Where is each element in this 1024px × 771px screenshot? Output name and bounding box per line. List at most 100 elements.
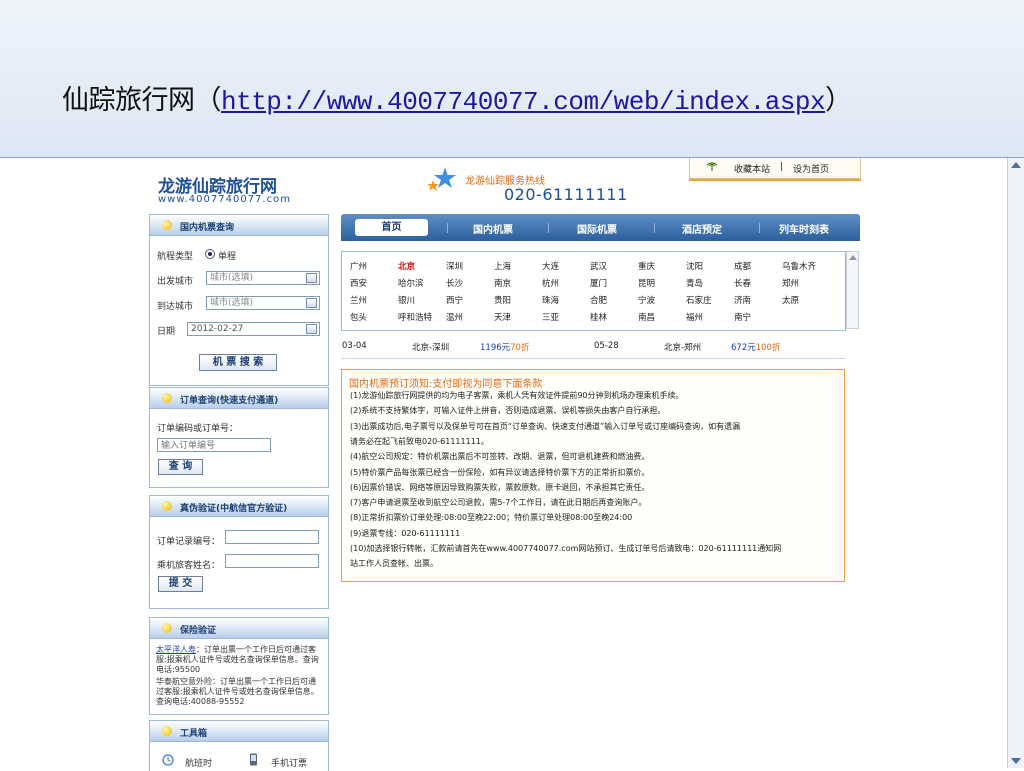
- city-link[interactable]: 武汉: [590, 260, 607, 272]
- bullet-icon: [162, 220, 172, 230]
- city-link[interactable]: 乌鲁木齐: [782, 260, 816, 272]
- city-link[interactable]: 厦门: [590, 277, 607, 289]
- city-link[interactable]: 深圳: [446, 260, 463, 272]
- one-way-radio[interactable]: [205, 249, 215, 259]
- city-link[interactable]: 上海: [494, 260, 511, 272]
- arrive-city-label: 到达城市: [157, 302, 194, 312]
- arrive-city-input[interactable]: 城市(选填): [206, 296, 320, 310]
- city-link[interactable]: 成都: [734, 260, 751, 272]
- city-link[interactable]: 三亚: [542, 311, 559, 323]
- city-link[interactable]: 广州: [350, 260, 367, 272]
- passenger-name-input[interactable]: [225, 554, 319, 568]
- city-link[interactable]: 杭州: [542, 277, 559, 289]
- city-link[interactable]: 呼和浩特: [398, 311, 432, 323]
- flight-schedule-link[interactable]: 航班时: [185, 756, 212, 769]
- city-link[interactable]: 长沙: [446, 277, 463, 289]
- deal-date: 03-04: [342, 341, 367, 351]
- city-link[interactable]: 南京: [494, 277, 511, 289]
- panel-header: 订单查询(快速支付通道): [150, 388, 328, 409]
- city-link[interactable]: 大连: [542, 260, 559, 272]
- slide-title-link[interactable]: http://www.4007740077.com/web/index.aspx: [221, 87, 826, 117]
- nav-tab-home[interactable]: 首页: [355, 219, 428, 236]
- palm-icon: [706, 162, 718, 171]
- nav-separator: [548, 223, 549, 233]
- city-link[interactable]: 沈阳: [686, 260, 703, 272]
- deal-price: 672元100折: [731, 341, 780, 353]
- city-link[interactable]: 西宁: [446, 294, 463, 306]
- notice-line: (2)系统不支持繁体字，可输入证件上拼音，否则造成退票、误机等损失由客户自行承担…: [350, 406, 666, 416]
- nav-tab-international[interactable]: 国际机票: [577, 221, 617, 236]
- top-links-separator: |: [780, 162, 784, 172]
- order-number-input[interactable]: [157, 438, 271, 452]
- city-picker-icon[interactable]: [306, 298, 317, 308]
- city-link[interactable]: 贵阳: [494, 294, 511, 306]
- city-link[interactable]: 青岛: [686, 277, 703, 289]
- city-link[interactable]: 包头: [350, 311, 367, 323]
- page-scrollbar[interactable]: [1007, 158, 1024, 768]
- city-link[interactable]: 兰州: [350, 294, 367, 306]
- city-link[interactable]: 昆明: [638, 277, 655, 289]
- city-link[interactable]: 合肥: [590, 294, 607, 306]
- nav-tab-train[interactable]: 列车时刻表: [779, 221, 829, 236]
- top-links-bar: 收藏本站 | 设为首页: [689, 158, 861, 179]
- set-homepage-link[interactable]: 设为首页: [793, 162, 829, 175]
- arrive-city-value: 城市(选填): [210, 298, 254, 308]
- favorite-link[interactable]: 收藏本站: [734, 162, 770, 175]
- city-link[interactable]: 银川: [398, 294, 415, 306]
- order-query-button[interactable]: 查 询: [158, 459, 203, 475]
- notice-line: (3)出票成功后,电子票号以及保单号可在首页“订单查询、快速支付通道”输入订单号…: [350, 421, 741, 431]
- city-link[interactable]: 重庆: [638, 260, 655, 272]
- flight-search-button[interactable]: 机 票 搜 索: [199, 354, 277, 371]
- city-link[interactable]: 宁波: [638, 294, 655, 306]
- panel-title: 保险验证: [180, 626, 217, 636]
- verify-submit-button[interactable]: 提 交: [158, 576, 203, 592]
- city-link[interactable]: 西安: [350, 277, 367, 289]
- city-link[interactable]: 长春: [734, 277, 751, 289]
- city-link[interactable]: 北京: [398, 260, 415, 272]
- city-link[interactable]: 福州: [686, 311, 703, 323]
- mobile-booking-link[interactable]: 手机订票: [271, 756, 307, 769]
- date-input[interactable]: 2012-02-27: [187, 322, 320, 336]
- panel-header: 工具箱: [150, 721, 328, 742]
- depart-city-input[interactable]: 城市(选填): [206, 271, 320, 285]
- calendar-icon[interactable]: [306, 324, 317, 334]
- trip-type-label: 航程类型: [157, 252, 194, 262]
- nav-tab-domestic[interactable]: 国内机票: [473, 221, 513, 236]
- insurance-panel: 保险验证 太平洋人寿：订单出票一个工作日后可通过客服:报乘机人证件号或姓名查询保…: [149, 617, 329, 715]
- city-link[interactable]: 济南: [734, 294, 751, 306]
- notice-line: (6)因票价错误、网络等原因导致购票失败，票款原数、原卡退回，不承担其它责任。: [350, 482, 650, 492]
- city-link[interactable]: 珠海: [542, 294, 559, 306]
- main-nav: 首页 国内机票 国际机票 酒店预定 列车时刻表: [341, 214, 860, 241]
- slide-title-prefix: 仙踪旅行网（: [62, 85, 222, 116]
- notice-line: (5)特价票产品每张票已经含一份保险，如有异议请选择特价票下方的正常折扣票价。: [350, 467, 650, 477]
- deal-route[interactable]: 北京-深圳: [412, 341, 449, 353]
- city-link[interactable]: 哈尔滨: [398, 277, 424, 289]
- date-label: 日期: [157, 327, 176, 337]
- notice-line: (8)正常折扣票价订单处理:08:00至晚22:00；特价票订单处理08:00至…: [350, 513, 633, 523]
- record-number-input[interactable]: [225, 530, 319, 544]
- insurance-company-link[interactable]: 太平洋人寿: [156, 645, 196, 654]
- one-way-label: 单程: [218, 252, 237, 262]
- scroll-up-arrow-icon[interactable]: [1011, 162, 1021, 168]
- slide-header: 仙踪旅行网（http://www.4007740077.com/web/inde…: [0, 0, 1024, 157]
- city-link[interactable]: 天津: [494, 311, 511, 323]
- panel-title: 国内机票查询: [180, 223, 235, 233]
- city-grid: 广州 北京 深圳 上海 大连 武汉 重庆 沈阳 成都 乌鲁木齐西安 哈尔滨 长沙 南京 杭州 厦门 昆明 青岛 长…: [341, 251, 846, 331]
- city-link[interactable]: 南宁: [734, 311, 751, 323]
- city-grid-scrollbar[interactable]: [846, 251, 859, 329]
- bullet-icon: [162, 726, 172, 736]
- city-link[interactable]: 郑州: [782, 277, 799, 289]
- bullet-icon: [162, 393, 172, 403]
- deal-route[interactable]: 北京-郑州: [664, 341, 701, 353]
- city-link[interactable]: 太原: [782, 294, 799, 306]
- insurance-item: 华泰航空意外险：订单出票一个工作日后可通过客服:报乘机人证件号或姓名查询保单信息…: [156, 677, 322, 707]
- city-link[interactable]: 温州: [446, 311, 463, 323]
- city-link[interactable]: 石家庄: [686, 294, 712, 306]
- city-picker-icon[interactable]: [306, 273, 317, 283]
- city-link[interactable]: 桂林: [590, 311, 607, 323]
- bullet-icon: [162, 501, 172, 511]
- nav-tab-hotel[interactable]: 酒店预定: [682, 221, 722, 236]
- notice-line: 请务必在起飞前致电020-61111111。: [350, 436, 489, 446]
- city-link[interactable]: 南昌: [638, 311, 655, 323]
- scroll-down-arrow-icon[interactable]: [1011, 758, 1021, 764]
